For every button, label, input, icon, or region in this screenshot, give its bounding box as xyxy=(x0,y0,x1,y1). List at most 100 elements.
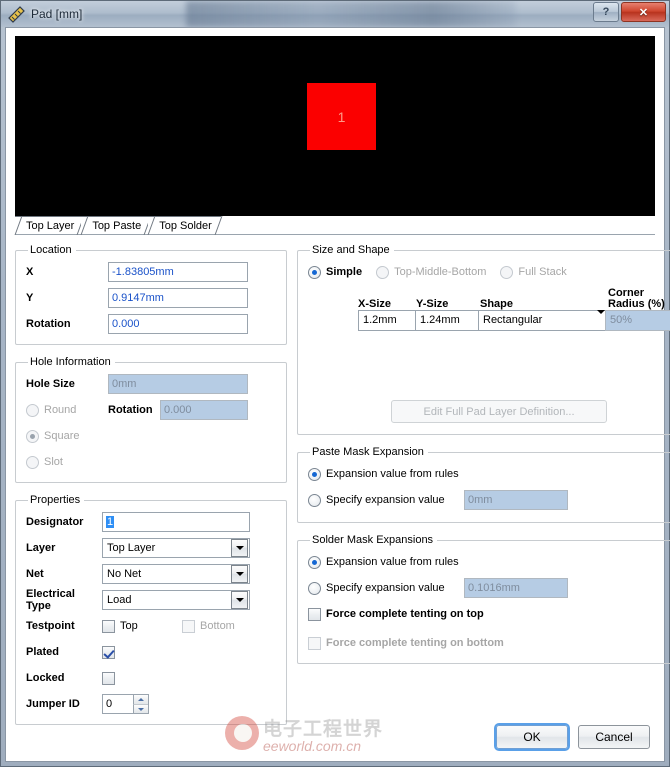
locked-checkbox[interactable] xyxy=(102,671,120,685)
ok-button[interactable]: OK xyxy=(494,723,570,751)
radio-dot-icon xyxy=(500,265,514,279)
solder-from-rules-radio[interactable]: Expansion value from rules xyxy=(308,555,459,569)
hole-size-label: Hole Size xyxy=(26,378,75,390)
solder-mask-legend: Solder Mask Expansions xyxy=(312,534,434,546)
location-y-row: Y xyxy=(26,288,276,308)
hole-shape-slot-radio: Slot xyxy=(26,455,63,469)
shape-combo[interactable]: Rectangular xyxy=(478,310,606,331)
paste-from-rules-radio[interactable]: Expansion value from rules xyxy=(308,467,459,481)
solder-specify-row: Specify expansion value xyxy=(308,578,670,598)
title-bar: Pad [mm] ? ✕ xyxy=(1,1,669,27)
corner-radius-input: 50% xyxy=(605,310,670,331)
tab-top-paste[interactable]: Top Paste xyxy=(81,216,151,234)
checkbox-icon xyxy=(102,645,115,659)
designator-input[interactable]: 1 xyxy=(102,512,250,532)
solder-specify-input xyxy=(464,578,568,598)
hole-rotation-input xyxy=(160,400,248,420)
x-label: X xyxy=(26,266,34,278)
y-label: Y xyxy=(26,292,34,304)
help-button[interactable]: ? xyxy=(593,2,619,22)
properties-group: Properties Designator 1 Layer Top Layer xyxy=(15,494,287,725)
paste-specify-row: Specify expansion value xyxy=(308,490,670,510)
edit-pad-layer-wrapper: Edit Full Pad Layer Definition... xyxy=(391,400,607,423)
mode-simple-label: Simple xyxy=(326,266,363,278)
checkbox-icon xyxy=(308,607,321,621)
rotation-input[interactable] xyxy=(108,314,248,334)
net-combo[interactable]: No Net xyxy=(102,564,250,584)
electrical-type-combo[interactable]: Load xyxy=(102,590,250,610)
layer-combo[interactable]: Top Layer xyxy=(102,538,250,558)
size-and-shape-legend: Size and Shape xyxy=(312,244,390,256)
size-and-shape-group: Size and Shape Simple Top-Middle-Bottom xyxy=(297,244,670,435)
tab-top-layer[interactable]: Top Layer xyxy=(15,216,84,234)
plated-label: Plated xyxy=(26,646,60,658)
mode-full-stack-label: Full Stack xyxy=(518,266,567,278)
chevron-down-icon[interactable] xyxy=(231,539,248,557)
hole-size-row: Hole Size xyxy=(26,374,276,394)
chevron-down-icon[interactable] xyxy=(231,565,248,583)
y-size-input[interactable]: 1.24mm xyxy=(415,310,479,331)
pad-dialog-window: Pad [mm] ? ✕ 1 Top Layer Top Paste Top S… xyxy=(0,0,670,767)
left-column: Location X Y Rotation Hole Inf xyxy=(15,244,287,761)
hole-rotation-label: Rotation xyxy=(108,404,153,416)
plated-checkbox[interactable] xyxy=(102,645,120,659)
radio-dot-icon xyxy=(308,493,321,507)
hole-shape-slot-label: Slot xyxy=(44,456,63,468)
mode-full-stack-radio: Full Stack xyxy=(500,265,567,279)
force-tenting-top-checkbox[interactable]: Force complete tenting on top xyxy=(308,607,484,621)
y-input[interactable] xyxy=(108,288,248,308)
stepper-down-icon[interactable] xyxy=(133,704,148,713)
paste-from-rules-label: Expansion value from rules xyxy=(326,468,459,480)
jumper-id-value: 0 xyxy=(106,698,113,710)
paste-specify-radio[interactable]: Specify expansion value xyxy=(308,493,464,507)
net-value: No Net xyxy=(107,568,142,580)
layer-value: Top Layer xyxy=(107,542,156,554)
radio-dot-icon xyxy=(26,455,39,469)
close-button[interactable]: ✕ xyxy=(621,2,666,22)
radio-dot-icon xyxy=(308,555,321,569)
paste-specify-label: Specify expansion value xyxy=(326,494,445,506)
tab-top-solder[interactable]: Top Solder xyxy=(148,216,221,234)
solder-specify-radio[interactable]: Specify expansion value xyxy=(308,581,464,595)
x-input[interactable] xyxy=(108,262,248,282)
dialog-body: Location X Y Rotation Hole Inf xyxy=(6,235,670,761)
hole-round-rotation-row: Round Rotation xyxy=(26,400,276,420)
edit-full-pad-layer-definition-button: Edit Full Pad Layer Definition... xyxy=(391,400,607,423)
mode-simple-radio[interactable]: Simple xyxy=(308,265,363,279)
rotation-label: Rotation xyxy=(26,318,71,330)
radio-dot-icon xyxy=(376,265,390,279)
solder-specify-label: Specify expansion value xyxy=(326,582,445,594)
stepper-up-icon[interactable] xyxy=(133,695,148,704)
electrical-type-label: Electrical Type xyxy=(26,588,75,612)
locked-row: Locked xyxy=(26,668,276,688)
net-label: Net xyxy=(26,568,44,580)
checkbox-icon xyxy=(102,619,115,633)
dialog-button-bar: OK Cancel xyxy=(494,723,650,751)
cancel-button[interactable]: Cancel xyxy=(578,725,650,749)
hole-shape-round-radio: Round xyxy=(26,403,108,417)
pad-preview-wrapper: 1 xyxy=(15,36,655,216)
size-table-header: X-Size Y-Size Shape Corner Radius (%) xyxy=(358,282,670,311)
testpoint-bottom-label: Bottom xyxy=(200,620,235,632)
ruler-icon xyxy=(8,5,25,23)
shape-header: Shape xyxy=(480,298,514,310)
chevron-down-icon[interactable] xyxy=(597,310,605,330)
designator-row: Designator 1 xyxy=(26,512,276,532)
stepper-buttons[interactable] xyxy=(133,695,148,713)
radio-dot-icon xyxy=(308,265,321,279)
layer-label: Layer xyxy=(26,542,56,554)
shape-value: Rectangular xyxy=(483,314,543,326)
x-size-input[interactable]: 1.2mm xyxy=(358,310,416,331)
window-title: Pad [mm] xyxy=(31,7,83,21)
paste-specify-input xyxy=(464,490,568,510)
radio-dot-icon xyxy=(26,403,39,417)
checkbox-icon xyxy=(102,671,115,685)
solder-mask-group: Solder Mask Expansions Expansion value f… xyxy=(297,534,670,664)
force-tenting-bottom-checkbox: Force complete tenting on bottom xyxy=(308,636,504,650)
jumper-id-stepper[interactable]: 0 xyxy=(102,694,149,714)
chevron-down-icon[interactable] xyxy=(231,591,248,609)
testpoint-label: Testpoint xyxy=(26,620,75,632)
testpoint-top-checkbox[interactable]: Top xyxy=(102,619,182,633)
net-row: Net No Net xyxy=(26,564,276,584)
right-column: Size and Shape Simple Top-Middle-Bottom xyxy=(297,244,670,761)
